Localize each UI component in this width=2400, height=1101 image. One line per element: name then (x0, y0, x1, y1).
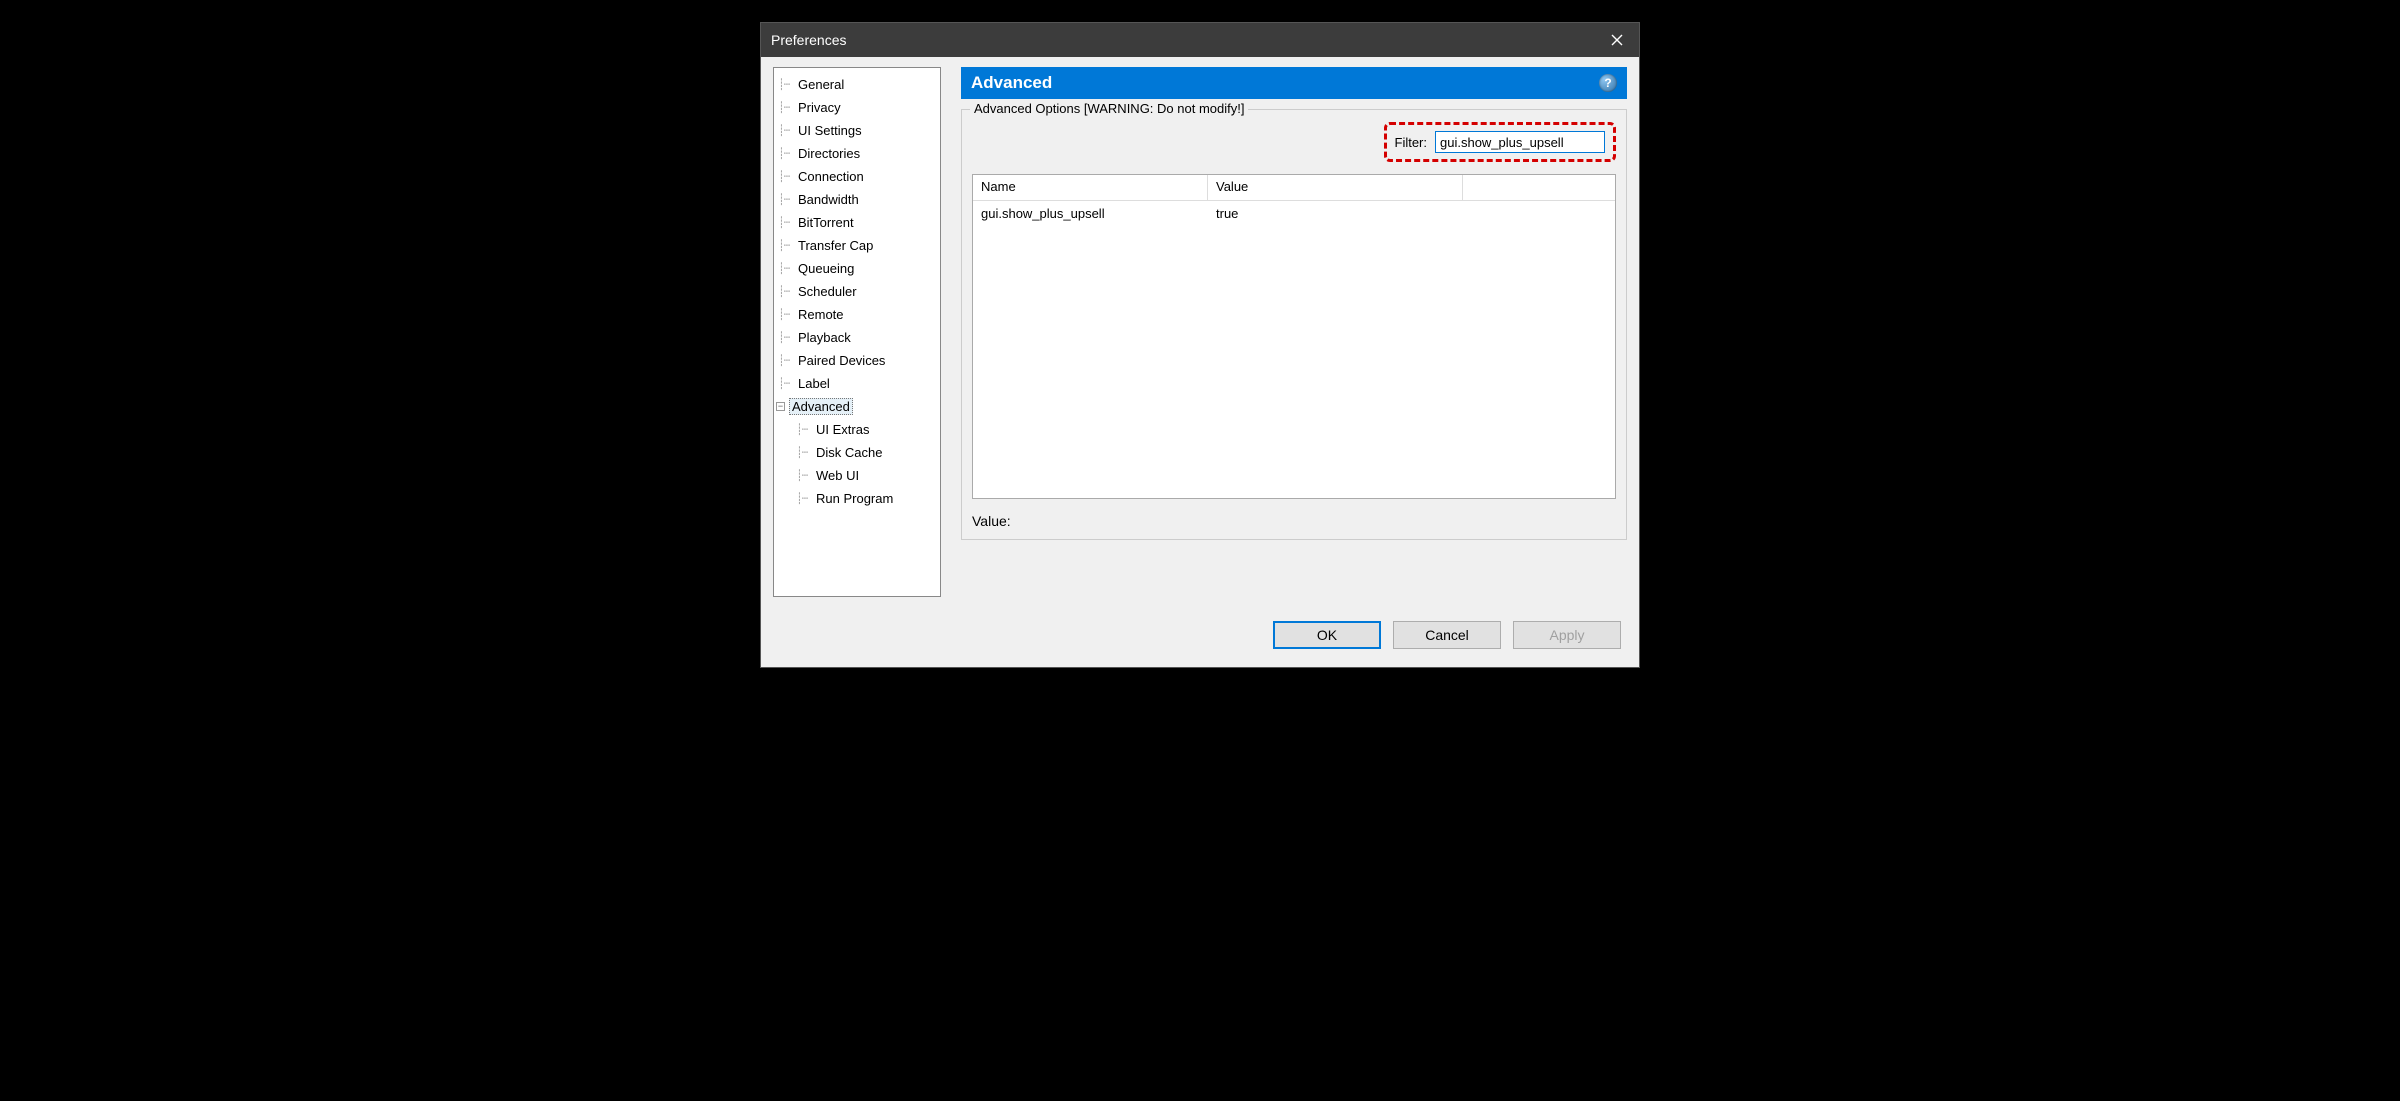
button-row: OK Cancel Apply (761, 607, 1639, 667)
category-tree[interactable]: ┊┄General ┊┄Privacy ┊┄UI Settings ┊┄Dire… (773, 67, 941, 597)
collapse-icon[interactable]: − (776, 402, 785, 411)
groupbox-legend: Advanced Options [WARNING: Do not modify… (970, 101, 1248, 116)
column-value[interactable]: Value (1208, 175, 1463, 200)
options-table[interactable]: Name Value gui.show_plus_upsell true (972, 174, 1616, 499)
cell-value: true (1208, 204, 1463, 223)
titlebar: Preferences (761, 23, 1639, 57)
filter-highlight: Filter: (1384, 122, 1617, 162)
tree-item-transfer-cap[interactable]: ┊┄Transfer Cap (778, 234, 936, 257)
table-row[interactable]: gui.show_plus_upsell true (973, 201, 1615, 225)
tree-item-privacy[interactable]: ┊┄Privacy (778, 96, 936, 119)
tree-item-label[interactable]: ┊┄Label (778, 372, 936, 395)
tree-item-web-ui[interactable]: ┊┄Web UI (778, 464, 936, 487)
table-header: Name Value (973, 175, 1615, 201)
dialog-body: ┊┄General ┊┄Privacy ┊┄UI Settings ┊┄Dire… (761, 57, 1639, 607)
tree-item-paired-devices[interactable]: ┊┄Paired Devices (778, 349, 936, 372)
filter-input[interactable] (1435, 131, 1605, 153)
advanced-options-group: Advanced Options [WARNING: Do not modify… (961, 109, 1627, 540)
cell-name: gui.show_plus_upsell (973, 204, 1208, 223)
panel-title: Advanced (971, 73, 1052, 93)
tree-item-queueing[interactable]: ┊┄Queueing (778, 257, 936, 280)
window-title: Preferences (771, 32, 1605, 48)
preferences-window: Preferences ┊┄General ┊┄Privacy ┊┄UI Set… (760, 22, 1640, 668)
tree-item-ui-extras[interactable]: ┊┄UI Extras (778, 418, 936, 441)
tree-item-bandwidth[interactable]: ┊┄Bandwidth (778, 188, 936, 211)
column-name[interactable]: Name (973, 175, 1208, 200)
help-icon[interactable]: ? (1599, 74, 1617, 92)
cancel-button[interactable]: Cancel (1393, 621, 1501, 649)
tree-item-scheduler[interactable]: ┊┄Scheduler (778, 280, 936, 303)
tree-item-ui-settings[interactable]: ┊┄UI Settings (778, 119, 936, 142)
tree-item-run-program[interactable]: ┊┄Run Program (778, 487, 936, 510)
tree-item-bittorrent[interactable]: ┊┄BitTorrent (778, 211, 936, 234)
value-row: Value: (972, 513, 1616, 529)
main-panel: Advanced ? Advanced Options [WARNING: Do… (961, 67, 1627, 597)
ok-button[interactable]: OK (1273, 621, 1381, 649)
tree-item-remote[interactable]: ┊┄Remote (778, 303, 936, 326)
tree-item-disk-cache[interactable]: ┊┄Disk Cache (778, 441, 936, 464)
tree-item-general[interactable]: ┊┄General (778, 73, 936, 96)
table-body: gui.show_plus_upsell true (973, 201, 1615, 225)
column-blank (1463, 175, 1615, 200)
tree-item-connection[interactable]: ┊┄Connection (778, 165, 936, 188)
panel-header: Advanced ? (961, 67, 1627, 99)
tree-item-directories[interactable]: ┊┄Directories (778, 142, 936, 165)
filter-label: Filter: (1395, 135, 1428, 150)
filter-row: Filter: (972, 122, 1616, 162)
apply-button: Apply (1513, 621, 1621, 649)
close-icon[interactable] (1605, 28, 1629, 52)
value-label: Value: (972, 513, 1011, 529)
tree-item-playback[interactable]: ┊┄Playback (778, 326, 936, 349)
tree-item-advanced[interactable]: − Advanced (778, 395, 936, 418)
